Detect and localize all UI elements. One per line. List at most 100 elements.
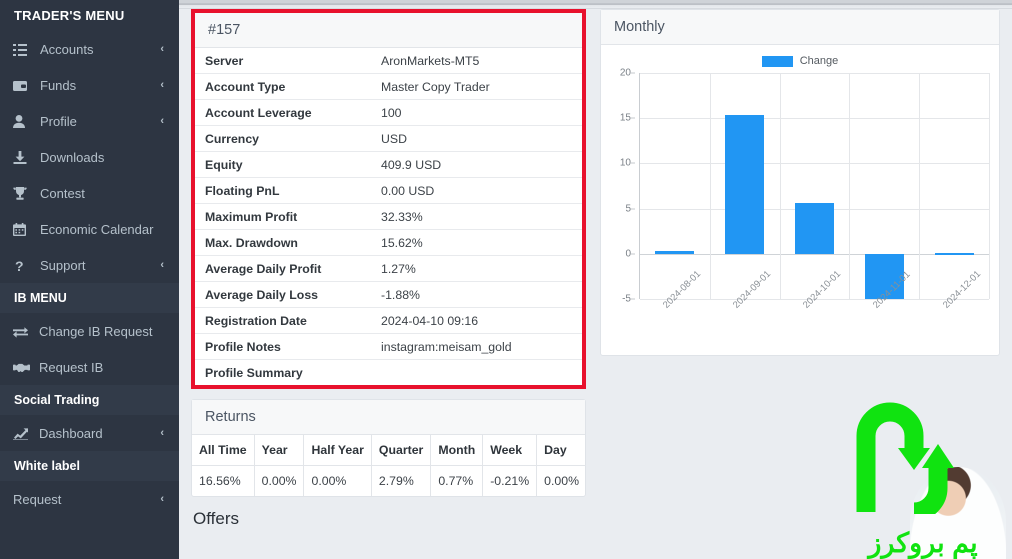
user-icon: [13, 115, 33, 128]
sidebar-item-request-ib[interactable]: Request IB: [0, 349, 179, 385]
sidebar-item-economic-calendar[interactable]: Economic Calendar: [0, 211, 179, 247]
chart-bar[interactable]: [655, 251, 695, 254]
chevron-left-icon: ‹: [160, 43, 164, 55]
grid-line: [640, 118, 989, 120]
sidebar-item-label: Funds: [40, 78, 77, 93]
row-value: 0.00 USD: [371, 177, 582, 204]
table-row: 16.56% 0.00% 0.00% 2.79% 0.77% -0.21% 0.…: [192, 465, 587, 496]
sidebar-item-accounts[interactable]: Accounts ‹: [0, 31, 179, 67]
download-icon: [13, 151, 33, 164]
row-value: 409.9 USD: [371, 151, 582, 178]
sidebar-ib-group: Change IB Request Request IB: [0, 313, 179, 385]
sidebar-item-label: Dashboard: [39, 426, 103, 441]
row-key: Profile Summary: [195, 359, 371, 385]
row-value: -1.88%: [371, 281, 582, 308]
sidebar-social-group: Dashboard ‹: [0, 415, 179, 451]
row-value: [371, 359, 582, 385]
top-row: #157 Server AronMarkets-MT5 Account Type…: [191, 9, 1000, 529]
handshake-icon: [13, 362, 33, 373]
row-value: AronMarkets-MT5: [381, 53, 480, 68]
sidebar-item-contest[interactable]: Contest: [0, 175, 179, 211]
cell-value: 16.56%: [192, 465, 255, 496]
y-axis-tick: [631, 208, 635, 210]
row-key: Equity: [195, 151, 371, 178]
row-key: Account Type: [195, 73, 371, 100]
table-row: Server AronMarkets-MT5: [195, 48, 582, 74]
chart-plot-area: 20 15 10 5 0 -5 2024-08-01 2024-09-01 2024-10-0…: [609, 68, 991, 345]
account-card-title: #157: [195, 13, 582, 48]
chart-line-icon: [13, 427, 33, 440]
y-axis-tick: [631, 117, 635, 119]
watermark-text: پم بروکرز: [868, 528, 978, 558]
column-header: Quarter: [370, 435, 432, 466]
returns-card-title: Returns: [192, 400, 585, 435]
chart-bar[interactable]: [794, 203, 835, 254]
table-row: Average Daily Profit 1.27%: [195, 255, 582, 282]
exchange-icon: [13, 326, 33, 338]
cell-value: 0.00%: [536, 465, 587, 496]
sidebar-item-change-ib-request[interactable]: Change IB Request: [0, 313, 179, 349]
chart-legend[interactable]: Change: [609, 51, 991, 71]
y-axis-tick-label: 10: [619, 157, 631, 169]
offers-section-title: Offers: [193, 509, 239, 528]
content-area: #157 Server AronMarkets-MT5 Account Type…: [179, 9, 1012, 529]
chart-bar[interactable]: [934, 252, 974, 255]
column-header: Half Year: [303, 435, 372, 466]
table-row: Equity 409.9 USD: [195, 151, 582, 178]
horizontal-scrollbar[interactable]: [179, 0, 1012, 9]
table-row: Currency USD: [195, 125, 582, 152]
calendar-icon: [13, 223, 33, 236]
column-header: Week: [482, 435, 538, 466]
sidebar-item-label: Accounts: [40, 42, 94, 57]
table-row: Maximum Profit 32.33%: [195, 203, 582, 230]
grid-line-vertical: [709, 73, 711, 299]
y-axis-tick: [631, 162, 635, 164]
sidebar-item-profile[interactable]: Profile ‹: [0, 103, 179, 139]
sidebar-title: TRADER'S MENU: [0, 0, 179, 31]
y-axis-labels: 20 15 10 5 0 -5: [609, 68, 635, 345]
chart-card-title: Monthly: [601, 10, 999, 45]
legend-swatch-change: [761, 55, 793, 67]
column-header: Day: [536, 435, 587, 466]
sidebar-item-funds[interactable]: Funds ‹: [0, 67, 179, 103]
row-value: instagram:meisam_gold: [371, 333, 582, 360]
chevron-left-icon: ‹: [160, 427, 164, 439]
column-header: Month: [430, 435, 484, 466]
sidebar-item-label: Downloads: [40, 150, 105, 165]
y-axis-tick-label: -5: [622, 293, 631, 305]
sidebar-item-dashboard[interactable]: Dashboard ‹: [0, 415, 179, 451]
row-value: 15.62%: [371, 229, 582, 256]
question-icon: ?: [13, 259, 33, 273]
grid-line-vertical: [919, 73, 921, 299]
row-value: 2024-04-10 09:16: [371, 307, 582, 334]
row-value: USD: [371, 125, 582, 152]
grid-line: [640, 163, 989, 165]
sidebar-whitelabel-group: Request ‹: [0, 481, 179, 517]
table-row: Registration Date 2024-04-10 09:16: [195, 307, 582, 334]
chart-bar[interactable]: [725, 114, 765, 254]
sidebar-item-label: Support: [40, 258, 86, 273]
table-row: Account Leverage 100: [195, 99, 582, 126]
sidebar-item-downloads[interactable]: Downloads: [0, 139, 179, 175]
row-value: Master Copy Trader: [371, 73, 582, 100]
app-root: TRADER'S MENU Accounts ‹ Funds ‹ Profile…: [0, 0, 1012, 559]
y-axis-tick-label: 20: [619, 67, 631, 79]
x-axis-labels: 2024-08-01 2024-09-01 2024-10-01 2024-11-01…: [639, 269, 989, 345]
y-axis-tick: [631, 253, 635, 255]
table-row: Profile Notes instagram:meisam_gold: [195, 333, 582, 360]
chevron-left-icon: ‹: [160, 79, 164, 91]
sidebar: TRADER'S MENU Accounts ‹ Funds ‹ Profile…: [0, 0, 179, 559]
svg-text:?: ?: [15, 259, 24, 273]
sidebar-item-request[interactable]: Request ‹: [0, 481, 179, 517]
returns-table: All Time Year Half Year Quarter Month We…: [192, 435, 587, 496]
chart-grid: [639, 73, 990, 300]
cell-value: 0.00%: [253, 465, 305, 496]
sidebar-item-support[interactable]: ? Support ‹: [0, 247, 179, 283]
row-value: 32.33%: [371, 203, 582, 230]
column-header: Year: [253, 435, 305, 466]
cell-value: 0.00%: [303, 465, 372, 496]
account-details-table: Server AronMarkets-MT5 Account Type Mast…: [195, 48, 582, 385]
sidebar-item-label: Request: [13, 492, 62, 507]
list-icon: [13, 43, 33, 56]
main-content: #157 Server AronMarkets-MT5 Account Type…: [179, 0, 1012, 559]
